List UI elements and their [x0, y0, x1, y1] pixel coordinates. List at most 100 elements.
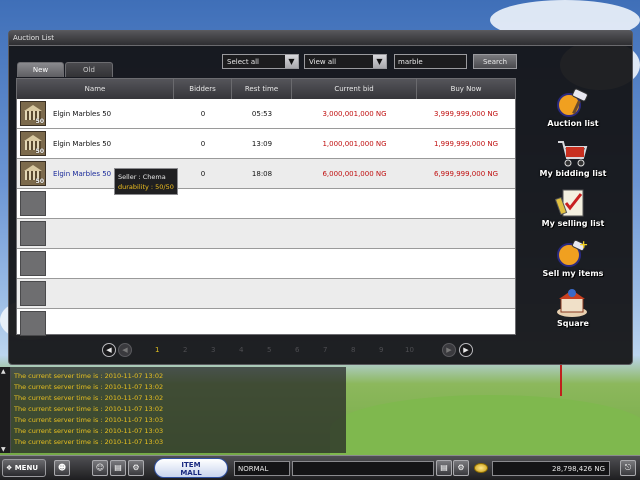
page-10[interactable]: 10	[405, 346, 414, 354]
view-select-value: View all	[309, 58, 337, 66]
chat-line: The current server time is : 2010-11-07 …	[14, 427, 164, 435]
item-buy-now: 3,999,999,000 NG	[433, 110, 499, 118]
page-4[interactable]: 4	[239, 346, 243, 354]
table-row-selected[interactable]: 50 Elgin Marbles 50 0 18:08 6,000,001,00…	[17, 159, 515, 189]
header-name[interactable]: Name	[17, 79, 174, 99]
marble-item-icon: 50	[20, 101, 46, 126]
item-rest-time: 05:53	[251, 110, 273, 118]
inventory-icon[interactable]: ▤	[110, 460, 126, 476]
party-icon[interactable]: ☺	[92, 460, 108, 476]
empty-row	[17, 249, 515, 279]
menu-button[interactable]: ❖ MENU	[2, 459, 46, 477]
page-7[interactable]: 7	[323, 346, 327, 354]
page-9[interactable]: 9	[379, 346, 383, 354]
page-6[interactable]: 6	[295, 346, 299, 354]
menu-label: MENU	[14, 464, 39, 472]
gold-coin-icon	[474, 463, 488, 473]
item-rest-time: 13:09	[251, 140, 273, 148]
chat-line: The current server time is : 2010-11-07 …	[14, 405, 164, 413]
square-building-icon	[557, 289, 587, 317]
pagination: ◀ ◀ 1 2 3 4 5 6 7 8 9 10 ▶ ▶	[102, 343, 482, 359]
auction-list-button[interactable]: Auction list	[538, 88, 608, 132]
chat-window: ▲ ▼ The current server time is : 2010-11…	[0, 367, 346, 453]
bottom-bar: ❖ MENU ☻ ☺ ▤ ⚙ ITEM MALL NORMAL ▤ ⚙ 28,7…	[0, 455, 640, 480]
item-mall-label-top: ITEM	[181, 461, 201, 469]
item-bidders: 0	[200, 170, 206, 178]
my-selling-list-button[interactable]: My selling list	[538, 188, 608, 232]
category-select-value: Select all	[227, 58, 259, 66]
view-select[interactable]: View all ▼	[304, 54, 387, 69]
empty-row	[17, 279, 515, 309]
header-buy-now[interactable]: Buy Now	[417, 79, 515, 99]
exit-icon[interactable]: ⎋	[620, 460, 636, 476]
page-3[interactable]: 3	[211, 346, 215, 354]
chat-scrollbar[interactable]: ▲ ▼	[0, 367, 11, 453]
item-current-bid: 3,000,001,000 NG	[322, 110, 387, 118]
sell-coins-icon: +	[557, 238, 588, 267]
chat-line: The current server time is : 2010-11-07 …	[14, 372, 164, 380]
table-row[interactable]: 50 Elgin Marbles 50 0 13:09 1,000,001,00…	[17, 129, 515, 159]
marble-item-icon: 50	[20, 161, 46, 186]
page-5[interactable]: 5	[267, 346, 271, 354]
empty-row	[17, 219, 515, 249]
first-page-icon[interactable]: ◀	[102, 343, 116, 357]
search-input[interactable]: marble	[394, 54, 467, 69]
table-row[interactable]: 50 Elgin Marbles 50 0 05:53 3,000,001,00…	[17, 99, 515, 129]
scroll-up-icon[interactable]: ▲	[1, 368, 6, 375]
item-buy-now: 1,999,999,000 NG	[433, 140, 499, 148]
tooltip-seller: Seller : Chema	[118, 173, 166, 181]
empty-row	[17, 309, 515, 336]
gear-icon[interactable]: ⚙	[453, 460, 469, 476]
chat-mode-select[interactable]: NORMAL	[234, 461, 290, 476]
item-name: Elgin Marbles 50	[53, 170, 112, 178]
emote-icon[interactable]: ▤	[436, 460, 452, 476]
my-bidding-list-label: My bidding list	[539, 169, 607, 178]
page-8[interactable]: 8	[351, 346, 355, 354]
square-button[interactable]: Square	[538, 288, 608, 332]
chat-line: The current server time is : 2010-11-07 …	[14, 438, 164, 446]
item-bidders: 0	[200, 140, 206, 148]
item-mall-button[interactable]: ITEM MALL	[154, 458, 228, 478]
page-2[interactable]: 2	[183, 346, 187, 354]
sell-my-items-label: Sell my items	[542, 269, 604, 278]
my-bidding-list-button[interactable]: My bidding list	[538, 138, 608, 182]
table-header: Name Bidders Rest time Current bid Buy N…	[17, 79, 515, 99]
scroll-down-icon[interactable]: ▼	[1, 446, 6, 453]
item-buy-now: 6,999,999,000 NG	[433, 170, 499, 178]
empty-slot	[20, 311, 46, 336]
category-select[interactable]: Select all ▼	[222, 54, 299, 69]
prev-page-icon[interactable]: ◀	[118, 343, 132, 357]
menu-icon: ❖	[6, 464, 13, 472]
page-1[interactable]: 1	[155, 346, 159, 354]
options-icon[interactable]: ⚙	[128, 460, 144, 476]
shopping-cart-icon	[558, 141, 588, 167]
item-bidders: 0	[200, 110, 206, 118]
gold-amount: 28,798,426 NG	[492, 461, 610, 476]
character-icon[interactable]: ☻	[54, 460, 70, 476]
item-mall-label-bottom: MALL	[180, 469, 202, 477]
tab-new[interactable]: New	[17, 62, 64, 77]
item-current-bid: 1,000,001,000 NG	[322, 140, 387, 148]
window-title: Auction List	[9, 31, 632, 46]
chat-input[interactable]	[292, 461, 434, 476]
last-page-icon[interactable]: ▶	[459, 343, 473, 357]
empty-row	[17, 189, 515, 219]
empty-slot	[20, 281, 46, 306]
next-page-icon[interactable]: ▶	[442, 343, 456, 357]
chat-log: The current server time is : 2010-11-07 …	[14, 371, 163, 448]
red-marker-line	[560, 362, 562, 396]
my-selling-list-label: My selling list	[541, 219, 605, 228]
item-name: Elgin Marbles 50	[53, 140, 112, 148]
chevron-down-icon: ▼	[285, 55, 298, 68]
auction-hammer-icon	[557, 88, 588, 117]
sell-my-items-button[interactable]: + Sell my items	[538, 238, 608, 282]
header-bidders[interactable]: Bidders	[174, 79, 232, 99]
search-button[interactable]: Search	[473, 54, 517, 69]
header-current-bid[interactable]: Current bid	[292, 79, 417, 99]
chevron-down-icon: ▼	[373, 55, 386, 68]
svg-text:+: +	[579, 238, 588, 251]
empty-slot	[20, 191, 46, 216]
tab-old[interactable]: Old	[65, 62, 113, 77]
header-rest-time[interactable]: Rest time	[232, 79, 292, 99]
chat-line: The current server time is : 2010-11-07 …	[14, 394, 164, 402]
